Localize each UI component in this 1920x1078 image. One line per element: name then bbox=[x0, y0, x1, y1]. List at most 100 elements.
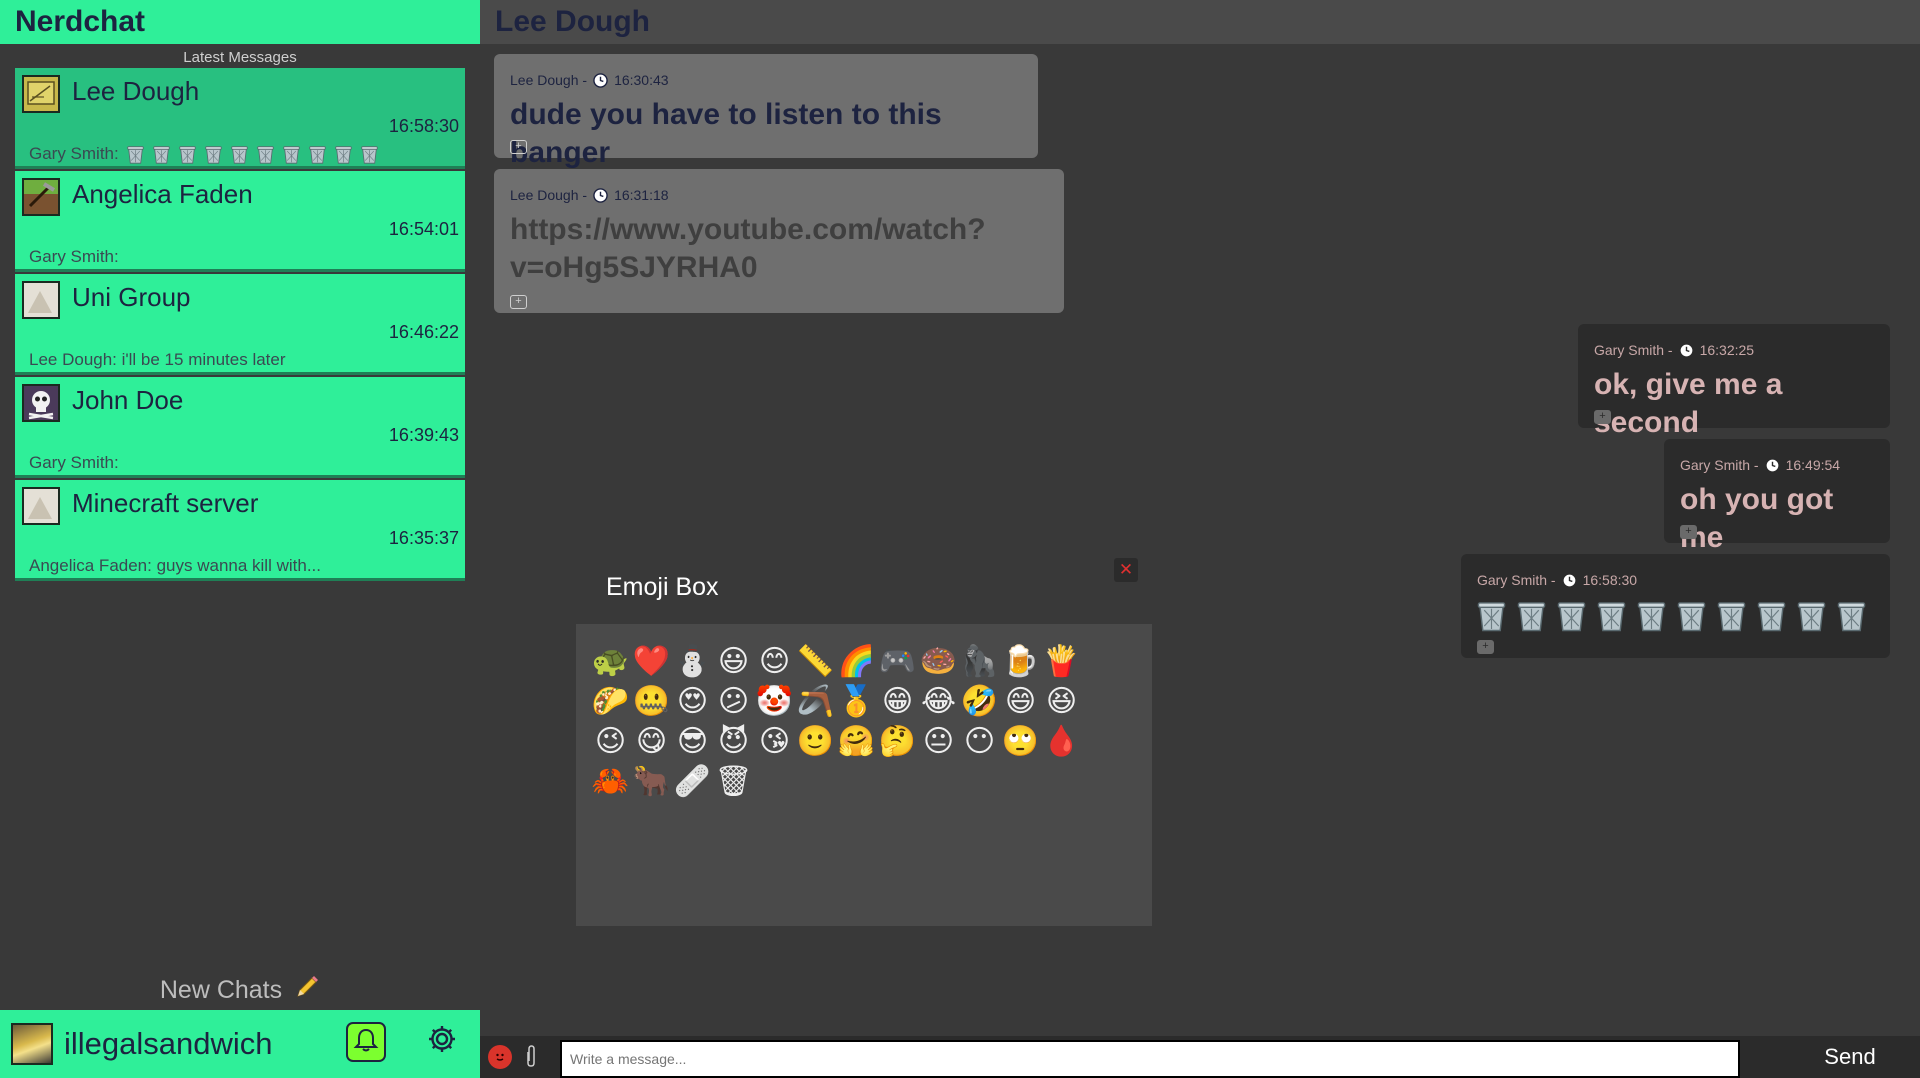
sidebar: Nerdchat Latest Messages Lee Dough 16:58… bbox=[0, 0, 480, 1078]
message-sender: Gary Smith - bbox=[1680, 457, 1759, 473]
emoji-option[interactable]: 🤔 bbox=[877, 722, 918, 762]
emoji-option[interactable]: 🐂 bbox=[631, 762, 672, 802]
message-link[interactable]: https://www.youtube.com/watch?v=oHg5SJYR… bbox=[510, 211, 1000, 287]
emoji-option[interactable]: 😍 bbox=[672, 682, 713, 722]
chat-item-angelica-faden[interactable]: Angelica Faden 16:54:01 Gary Smith: bbox=[15, 171, 465, 272]
emoji-option[interactable]: 🐢 bbox=[590, 642, 631, 682]
conversation-title: Lee Dough bbox=[495, 5, 650, 38]
message-input[interactable] bbox=[560, 1040, 1740, 1078]
emoji-option[interactable]: 🪃 bbox=[795, 682, 836, 722]
wastebasket-icon bbox=[256, 145, 275, 164]
emoji-option[interactable]: 🦀 bbox=[590, 762, 631, 802]
avatar bbox=[22, 487, 60, 525]
emoji-option[interactable]: 😆 bbox=[1041, 682, 1082, 722]
message-text: dude you have to listen to this banger bbox=[510, 98, 942, 169]
chat-time: 16:58:30 bbox=[388, 116, 459, 136]
emoji-option[interactable]: 😎 bbox=[672, 722, 713, 762]
message-time: 16:58:30 bbox=[1582, 572, 1638, 588]
send-button[interactable]: Send bbox=[1780, 1036, 1920, 1078]
chat-preview: Lee Dough: i'll be 15 minutes later bbox=[29, 350, 286, 370]
wastebasket-icon bbox=[1797, 600, 1826, 632]
chat-preview-sender: Gary Smith: bbox=[29, 247, 119, 266]
new-chats-button[interactable]: New Chats bbox=[0, 970, 480, 1010]
chat-item-lee-dough[interactable]: Lee Dough 16:58:30 Gary Smith: bbox=[15, 68, 465, 169]
chat-item-uni-group[interactable]: Uni Group 16:46:22 Lee Dough: i'll be 15… bbox=[15, 274, 465, 375]
chat-name: Angelica Faden bbox=[72, 179, 253, 209]
emoji-option[interactable]: 🥇 bbox=[836, 682, 877, 722]
devil-icon bbox=[490, 1045, 510, 1070]
chat-preview: Gary Smith: bbox=[29, 144, 379, 164]
emoji-option[interactable]: 😁 bbox=[877, 682, 918, 722]
emoji-option[interactable]: 🌮 bbox=[590, 682, 631, 722]
chat-time: 16:39:43 bbox=[388, 425, 459, 445]
emoji-option[interactable]: 😊 bbox=[754, 642, 795, 682]
emoji-option[interactable]: 😄 bbox=[1000, 682, 1041, 722]
emoji-box-header: Emoji Box ✕ bbox=[576, 550, 1152, 624]
message-meta: Lee Dough - 16:30:43 bbox=[510, 72, 1022, 88]
close-button[interactable]: ✕ bbox=[1114, 558, 1138, 582]
emoji-option[interactable]: 🤣 bbox=[959, 682, 1000, 722]
clock-icon bbox=[593, 187, 608, 203]
emoji-option[interactable]: 🍟 bbox=[1041, 642, 1082, 682]
emoji-option[interactable]: 😂 bbox=[918, 682, 959, 722]
emoji-option[interactable]: 🍩 bbox=[918, 642, 959, 682]
chat-item-john-doe[interactable]: John Doe 16:39:43 Gary Smith: bbox=[15, 377, 465, 478]
message-sender: Lee Dough - bbox=[510, 187, 588, 203]
wastebasket-icon bbox=[230, 145, 249, 164]
preview-trash-icons bbox=[119, 145, 379, 164]
wastebasket-icon bbox=[152, 145, 171, 164]
emoji-option[interactable]: 😈 bbox=[713, 722, 754, 762]
emoji-option[interactable]: 😋 bbox=[631, 722, 672, 762]
avatar bbox=[22, 281, 60, 319]
add-reaction-button[interactable]: + bbox=[510, 295, 527, 309]
notifications-button[interactable] bbox=[346, 1022, 386, 1062]
emoji-option[interactable]: 😶 bbox=[959, 722, 1000, 762]
wastebasket-icon bbox=[1477, 600, 1506, 632]
emoji-option[interactable]: ❤️ bbox=[631, 642, 672, 682]
user-avatar[interactable] bbox=[11, 1023, 53, 1065]
emoji-option[interactable]: 🙄 bbox=[1000, 722, 1041, 762]
emoji-picker-button[interactable] bbox=[488, 1045, 512, 1069]
message-time: 16:31:18 bbox=[614, 187, 669, 203]
add-reaction-button[interactable]: + bbox=[1477, 640, 1494, 654]
emoji-option[interactable]: 🤡 bbox=[754, 682, 795, 722]
message-sender: Gary Smith - bbox=[1477, 572, 1556, 588]
wastebasket-icon bbox=[360, 145, 379, 164]
settings-button[interactable] bbox=[425, 1024, 459, 1058]
wastebasket-icon bbox=[1597, 600, 1626, 632]
attach-button[interactable] bbox=[525, 1044, 537, 1074]
emoji-option[interactable]: 😉 bbox=[590, 722, 631, 762]
wastebasket-icon bbox=[126, 145, 145, 164]
emoji-option[interactable]: 📏 bbox=[795, 642, 836, 682]
add-reaction-button[interactable]: + bbox=[1594, 410, 1611, 424]
emoji-option[interactable]: 🩸 bbox=[1041, 722, 1082, 762]
emoji-option[interactable]: 🙂 bbox=[795, 722, 836, 762]
emoji-option[interactable]: 🦍 bbox=[959, 642, 1000, 682]
emoji-option[interactable]: 🤐 bbox=[631, 682, 672, 722]
emoji-option[interactable]: 😃 bbox=[713, 642, 754, 682]
emoji-option[interactable]: ⛄ bbox=[672, 642, 713, 682]
chat-item-minecraft-server[interactable]: Minecraft server 16:35:37 Angelica Faden… bbox=[15, 480, 465, 581]
app-title: Nerdchat bbox=[15, 5, 146, 38]
emoji-option[interactable]: 😐 bbox=[918, 722, 959, 762]
emoji-box: Emoji Box ✕ 🐢 ❤️ ⛄ 😃 😊 📏 🌈 🎮 🍩 🦍 🍺 🍟 🌮 🤐 😍 😕 🤡 🪃 🥇 😁 😂 🤣 😄 😆 😉 😋 😎… bbox=[576, 550, 1152, 926]
conversation-pane: Lee Dough Lee Dough - 16:30:43 dude you … bbox=[480, 0, 1920, 1078]
chat-preview-text: Lee Dough: i'll be 15 minutes later bbox=[29, 350, 286, 369]
emoji-box-title: Emoji Box bbox=[606, 572, 719, 601]
message-time: 16:49:54 bbox=[1785, 457, 1841, 473]
emoji-option[interactable]: 🤗 bbox=[836, 722, 877, 762]
emoji-option[interactable]: 🍺 bbox=[1000, 642, 1041, 682]
chat-time: 16:35:37 bbox=[388, 528, 459, 548]
composer: Send bbox=[480, 1036, 1920, 1078]
app-header: Nerdchat bbox=[0, 0, 480, 44]
add-reaction-button[interactable]: + bbox=[1680, 525, 1697, 539]
emoji-option[interactable]: 🎮 bbox=[877, 642, 918, 682]
add-reaction-button[interactable]: + bbox=[510, 140, 527, 154]
chat-time: 16:46:22 bbox=[388, 322, 459, 342]
emoji-option[interactable]: 😘 bbox=[754, 722, 795, 762]
emoji-option[interactable]: 😕 bbox=[713, 682, 754, 722]
emoji-option[interactable]: 🩹 bbox=[672, 762, 713, 802]
emoji-option[interactable]: 🌈 bbox=[836, 642, 877, 682]
conversation-header: Lee Dough bbox=[480, 0, 1920, 44]
emoji-option[interactable]: 🗑 bbox=[713, 762, 754, 802]
